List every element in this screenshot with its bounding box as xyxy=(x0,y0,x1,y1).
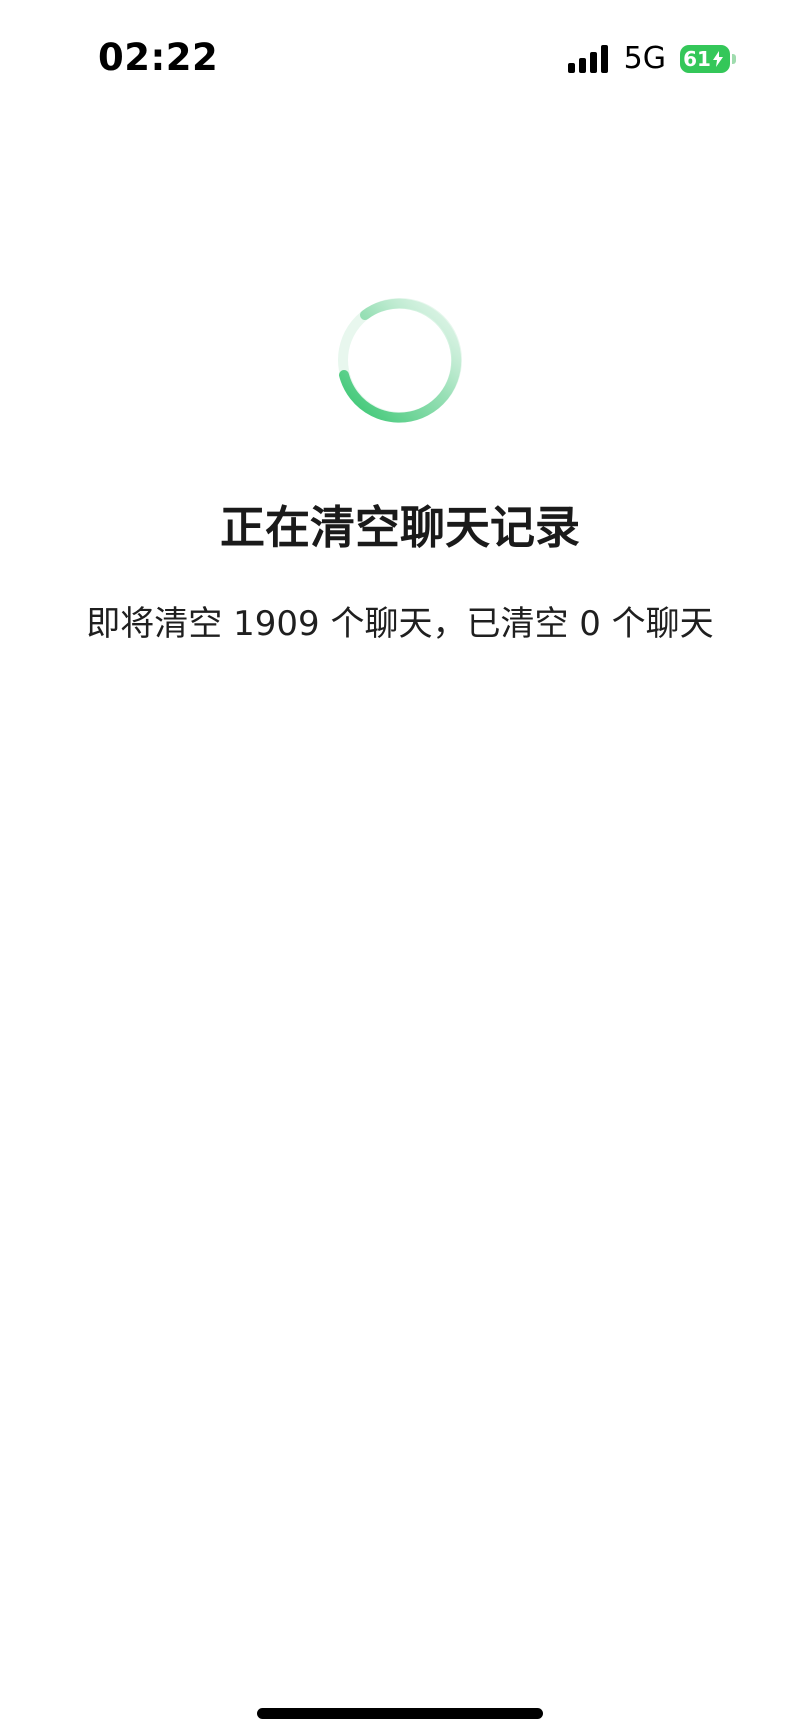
charging-bolt-icon xyxy=(712,51,723,67)
loading-spinner-icon xyxy=(338,298,462,423)
battery-body: 61 xyxy=(680,45,730,73)
progress-description: 即将清空 1909 个聊天，已清空 0 个聊天 xyxy=(86,604,714,644)
status-bar: 02:22 5G 61 xyxy=(0,0,800,120)
page-title: 正在清空聊天记录 xyxy=(219,501,580,554)
cellular-signal-icon xyxy=(567,45,608,73)
battery-icon: 61 xyxy=(680,44,736,74)
status-indicators: 5G 61 xyxy=(567,41,736,76)
network-type-label: 5G xyxy=(623,41,666,76)
home-indicator[interactable] xyxy=(257,1708,543,1719)
battery-level: 61 xyxy=(683,47,711,71)
status-time: 02:22 xyxy=(98,36,219,79)
battery-cap xyxy=(732,54,736,64)
